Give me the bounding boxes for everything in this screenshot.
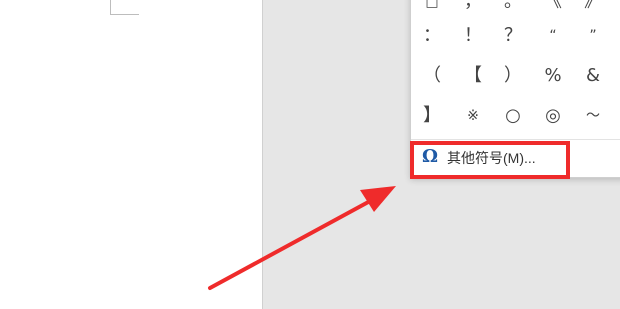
arrow-shaft	[208, 198, 374, 290]
annotation-arrow	[208, 186, 396, 290]
arrow-head	[360, 186, 396, 212]
